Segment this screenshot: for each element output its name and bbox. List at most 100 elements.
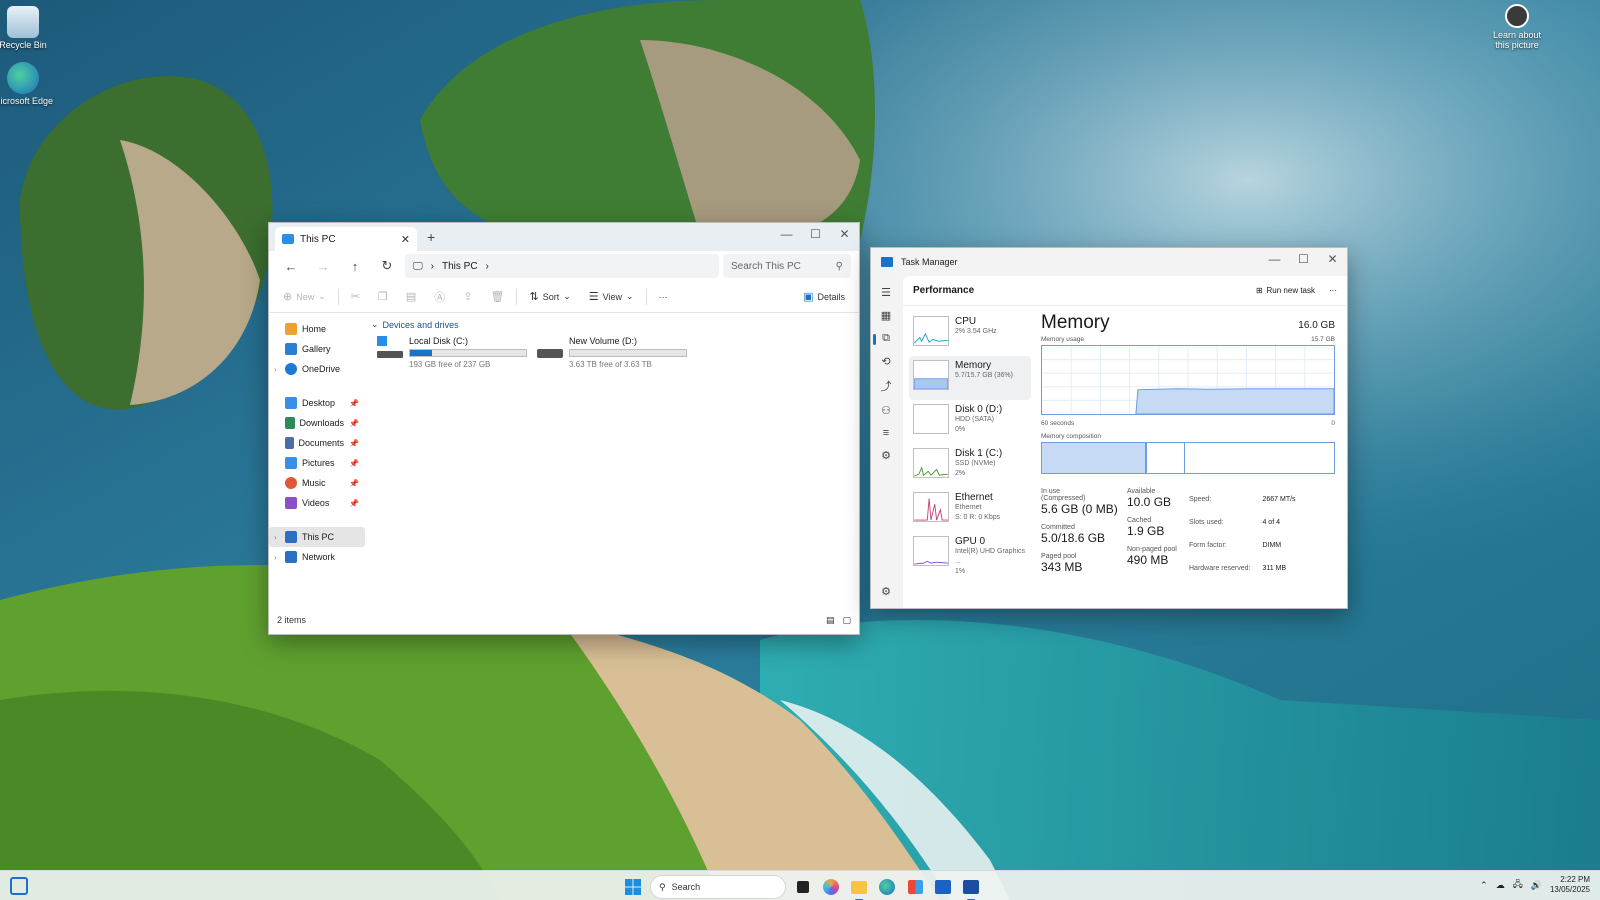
hamburger-menu-icon[interactable]: ☰ <box>881 286 891 299</box>
store-button[interactable] <box>904 876 926 898</box>
settings-icon[interactable]: ⚙ <box>881 585 891 598</box>
start-button[interactable] <box>622 876 644 898</box>
performance-icon[interactable]: ⧉ <box>873 332 890 345</box>
drive-name: New Volume (D:) <box>569 336 638 346</box>
outlook-icon <box>935 880 951 894</box>
camera-icon <box>1505 4 1529 28</box>
refresh-button[interactable]: ↻ <box>373 254 401 278</box>
spec-key: Slots used: <box>1189 519 1224 527</box>
committed-label: Committed <box>1041 524 1075 531</box>
app-history-icon[interactable]: ⟲ <box>881 355 890 368</box>
startup-apps-icon[interactable]: ⤴ <box>881 378 892 394</box>
copilot-button[interactable] <box>820 876 842 898</box>
resource-item-gpu[interactable]: GPU 0 Intel(R) UHD Graphics ... 1% <box>909 532 1031 576</box>
sidebar-item-gallery[interactable]: Gallery <box>269 339 365 359</box>
sort-button[interactable]: ⇅ Sort ⌄ <box>523 286 576 307</box>
services-icon[interactable]: ⚙ <box>881 449 891 462</box>
resource-name: Disk 1 (C:) <box>955 448 1003 459</box>
search-input[interactable]: Search This PC ⚲ <box>723 254 851 278</box>
group-header-devices[interactable]: ⌄ Devices and drives <box>371 319 853 330</box>
network-icon[interactable]: 🖧 <box>1513 877 1523 893</box>
sidebar-item-desktop[interactable]: Desktop 📌 <box>269 393 365 413</box>
address-bar[interactable]: 🖵 › This PC › <box>405 254 719 278</box>
sidebar-item-onedrive[interactable]: › OneDrive <box>269 359 365 379</box>
sidebar-item-pictures[interactable]: Pictures 📌 <box>269 453 365 473</box>
sidebar-item-home[interactable]: Home <box>269 319 365 339</box>
share-button[interactable]: ⇪ <box>457 286 478 307</box>
file-explorer-button[interactable] <box>848 876 870 900</box>
widgets-icon <box>10 877 28 895</box>
new-button[interactable]: ⊕ New ⌄ <box>277 286 332 307</box>
chevron-up-icon[interactable]: ⌃ <box>1480 880 1488 891</box>
desktop-icon-recycle-bin[interactable]: Recycle Bin <box>0 6 54 50</box>
more-options-button[interactable]: ··· <box>1329 286 1337 295</box>
cut-button[interactable]: ✂ <box>345 286 366 307</box>
paste-button[interactable]: ▤ <box>400 286 422 307</box>
minimize-button[interactable]: — <box>1260 248 1289 270</box>
view-button[interactable]: ☰ View ⌄ <box>583 286 640 307</box>
run-new-task-button[interactable]: ⊞ Run new task <box>1256 286 1315 295</box>
cloud-sync-icon[interactable]: ☁ <box>1496 880 1505 891</box>
back-button[interactable]: ← <box>277 254 305 278</box>
sidebar-item-label: Music <box>302 478 326 488</box>
sidebar-item-network[interactable]: › Network <box>269 547 365 567</box>
drive-c[interactable]: Local Disk (C:) 193 GB free of 237 GB <box>377 336 527 369</box>
processes-icon[interactable]: ▦ <box>881 309 891 322</box>
window-controls: — ☐ ✕ <box>772 223 859 245</box>
chevron-right-icon[interactable]: › <box>274 365 277 374</box>
memory-thumbnail <box>913 360 949 390</box>
delete-button[interactable]: 🗑 <box>485 286 511 307</box>
details-button[interactable]: ▣ Details <box>797 286 851 307</box>
drive-d[interactable]: New Volume (D:) 3.63 TB free of 3.63 TB <box>537 336 687 369</box>
explorer-tab[interactable]: This PC ✕ <box>275 227 417 251</box>
sidebar-item-videos[interactable]: Videos 📌 <box>269 493 365 513</box>
sidebar-item-documents[interactable]: Documents 📌 <box>269 433 365 453</box>
up-button[interactable]: ↑ <box>341 254 369 278</box>
outlook-button[interactable] <box>932 876 954 898</box>
breadcrumb-chevron-icon[interactable]: › <box>486 261 489 272</box>
search-placeholder: Search <box>671 882 701 892</box>
recycle-bin-icon <box>7 6 39 38</box>
widgets-button[interactable] <box>10 877 28 895</box>
sidebar-item-music[interactable]: Music 📌 <box>269 473 365 493</box>
task-manager-button[interactable] <box>960 876 982 900</box>
axis-left-label: 60 seconds <box>1041 420 1075 427</box>
close-button[interactable]: ✕ <box>830 223 859 245</box>
more-button[interactable]: ··· <box>653 288 674 306</box>
details-icon[interactable]: ≡ <box>883 427 889 439</box>
minimize-button[interactable]: — <box>772 223 801 245</box>
edge-button[interactable] <box>876 876 898 898</box>
resource-item-disk-0[interactable]: Disk 0 (D:) HDD (SATA) 0% <box>909 400 1031 444</box>
tab-title: This PC <box>300 233 336 245</box>
taskbar-search[interactable]: ⚲ Search <box>650 875 786 899</box>
monitor-icon: 🖵 <box>413 260 423 272</box>
sidebar-item-downloads[interactable]: Downloads 📌 <box>269 413 365 433</box>
new-tab-button[interactable]: + <box>427 229 435 245</box>
close-button[interactable]: ✕ <box>1318 248 1347 270</box>
edge-icon <box>7 62 39 94</box>
breadcrumb-this-pc[interactable]: This PC <box>442 261 478 272</box>
rename-button[interactable]: Ⓐ <box>428 285 451 309</box>
desktop-icon-learn-picture[interactable]: Learn about this picture <box>1486 4 1548 50</box>
sidebar-item-this-pc[interactable]: › This PC <box>269 527 365 547</box>
drive-usage-bar <box>409 349 527 357</box>
maximize-button[interactable]: ☐ <box>801 223 830 245</box>
volume-icon[interactable]: 🔊 <box>1531 880 1542 891</box>
close-tab-icon[interactable]: ✕ <box>401 233 410 246</box>
clock[interactable]: 2:22 PM 13/05/2025 <box>1550 875 1590 895</box>
desktop-icon-edge[interactable]: Microsoft Edge <box>0 62 54 106</box>
copy-button[interactable]: ❐ <box>372 286 394 307</box>
users-icon[interactable]: ⚇ <box>881 404 891 417</box>
tiles-view-icon[interactable]: ▢ <box>842 615 851 626</box>
resource-item-cpu[interactable]: CPU 2% 3.54 GHz <box>909 312 1031 356</box>
resource-item-ethernet[interactable]: Ethernet Ethernet S: 0 R: 0 Kbps <box>909 488 1031 532</box>
maximize-button[interactable]: ☐ <box>1289 248 1318 270</box>
details-view-icon[interactable]: ▤ <box>826 615 835 626</box>
forward-button[interactable]: → <box>309 254 337 278</box>
chevron-right-icon[interactable]: › <box>274 533 277 542</box>
chevron-right-icon[interactable]: › <box>274 553 277 562</box>
task-view-button[interactable] <box>792 876 814 898</box>
resource-item-memory[interactable]: Memory 5.7/15.7 GB (36%) <box>909 356 1031 400</box>
desktop-icon-label: Microsoft Edge <box>0 96 54 106</box>
resource-item-disk-1[interactable]: Disk 1 (C:) SSD (NVMe) 2% <box>909 444 1031 488</box>
